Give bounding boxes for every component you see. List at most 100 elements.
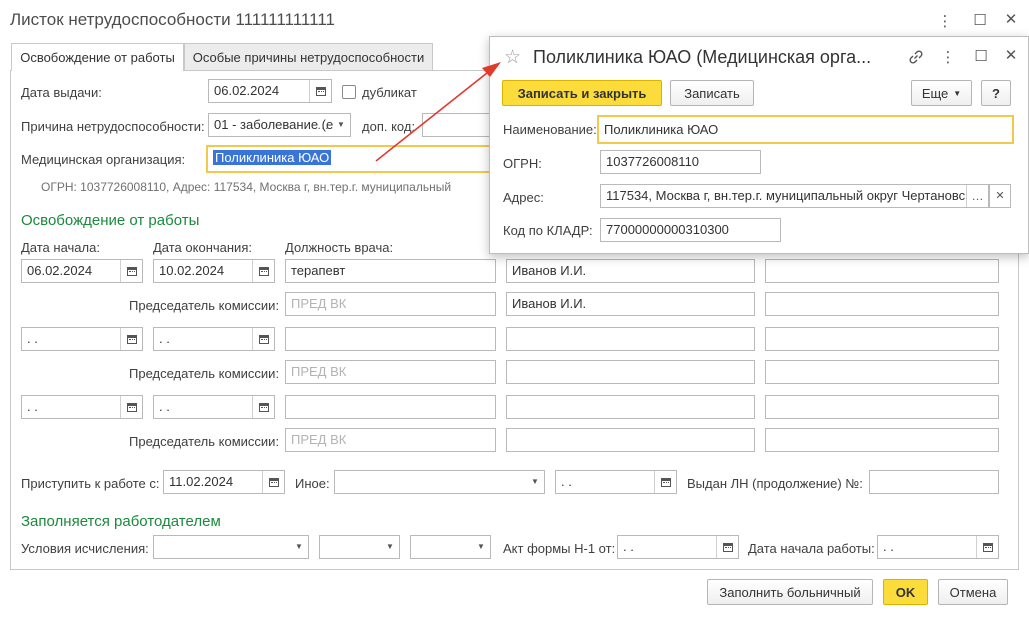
act-date-field[interactable]: . .: [617, 535, 739, 559]
doctor-extra-field[interactable]: [765, 327, 999, 351]
end-date-value: . .: [159, 399, 170, 414]
doctor-name-field[interactable]: [506, 327, 755, 351]
issued-cont-field[interactable]: [869, 470, 999, 494]
dropdown-icon[interactable]: ▼: [290, 536, 308, 558]
chair-position-field[interactable]: ПРЕД ВК: [285, 292, 496, 316]
save-close-button[interactable]: Записать и закрыть: [502, 80, 662, 106]
link-icon[interactable]: [907, 48, 925, 66]
calendar-icon[interactable]: [976, 536, 998, 558]
calc-condition-2-select[interactable]: ▼: [319, 535, 400, 559]
address-label: Адрес:: [503, 190, 544, 205]
chair-name-field[interactable]: [506, 360, 755, 384]
act-label: Акт формы Н-1 от:: [503, 541, 616, 556]
reason-select[interactable]: 01 - заболевание (е … ▼: [208, 113, 351, 137]
star-icon[interactable]: ☆: [504, 46, 521, 69]
calc-condition-1-select[interactable]: ▼: [153, 535, 309, 559]
doctor-extra-field[interactable]: [765, 395, 999, 419]
section-release-title: Освобождение от работы: [21, 212, 200, 229]
duplicate-label: дубликат: [362, 85, 417, 100]
start-date-field[interactable]: 06.02.2024: [21, 259, 143, 283]
end-date-field[interactable]: 10.02.2024: [153, 259, 275, 283]
name-label: Наименование:: [503, 122, 597, 137]
end-date-value: . .: [159, 331, 170, 346]
doctor-name-field[interactable]: [506, 395, 755, 419]
save-button[interactable]: Записать: [670, 80, 754, 106]
ogrn-field[interactable]: 1037726008110: [600, 150, 761, 174]
calendar-icon[interactable]: [654, 471, 676, 493]
return-date-value: 11.02.2024: [169, 474, 234, 489]
return-date-field[interactable]: 11.02.2024: [163, 470, 285, 494]
name-field[interactable]: Поликлиника ЮАО: [597, 115, 1014, 144]
end-date-field[interactable]: . .: [153, 327, 275, 351]
dropdown-icon[interactable]: ▼: [472, 536, 490, 558]
fill-sick-leave-button[interactable]: Заполнить больничный: [707, 579, 873, 605]
tab-release[interactable]: Освобождение от работы: [11, 43, 184, 71]
calendar-icon[interactable]: [252, 396, 274, 418]
clear-icon[interactable]: ✕: [989, 184, 1011, 208]
issue-date-field[interactable]: 06.02.2024: [208, 79, 332, 103]
duplicate-checkbox[interactable]: [342, 85, 356, 99]
other-date-field[interactable]: . .: [555, 470, 677, 494]
med-org-field[interactable]: Поликлиника ЮАО: [206, 145, 492, 173]
tab-special-reasons[interactable]: Особые причины нетрудоспособности: [184, 43, 433, 70]
help-button[interactable]: ?: [981, 80, 1011, 106]
other-select[interactable]: ▼: [334, 470, 545, 494]
calendar-icon[interactable]: [120, 396, 142, 418]
address-field[interactable]: 117534, Москва г, вн.тер.г. муниципальны…: [600, 184, 989, 208]
chair-position-field[interactable]: ПРЕД ВК: [285, 428, 496, 452]
popup-close-icon[interactable]: ✕: [1003, 46, 1019, 64]
more-button[interactable]: Еще ▼: [911, 80, 972, 106]
kladr-label: Код по КЛАДР:: [503, 223, 593, 238]
chair-extra-field[interactable]: [765, 360, 999, 384]
calendar-icon[interactable]: [120, 328, 142, 350]
doctor-position-field[interactable]: [285, 395, 496, 419]
doctor-position-field[interactable]: терапевт: [285, 259, 496, 283]
calc-condition-3-select[interactable]: ▼: [410, 535, 491, 559]
other-label: Иное:: [295, 476, 330, 491]
dropdown-icon[interactable]: ▼: [381, 536, 399, 558]
popup-maximize-icon[interactable]: ☐: [973, 47, 989, 65]
end-date-label: Дата окончания:: [153, 240, 252, 255]
med-org-label: Медицинская организация:: [21, 152, 186, 167]
start-date-field[interactable]: . .: [21, 395, 143, 419]
work-start-date-field[interactable]: . .: [877, 535, 999, 559]
chair-extra-field[interactable]: [765, 428, 999, 452]
calendar-icon[interactable]: [716, 536, 738, 558]
choose-dots-icon[interactable]: …: [966, 185, 988, 207]
doctor-position-field[interactable]: [285, 327, 496, 351]
return-label: Приступить к работе с:: [21, 476, 160, 491]
doctor-name-field[interactable]: Иванов И.И.: [506, 259, 755, 283]
issue-date-label: Дата выдачи:: [21, 85, 102, 100]
start-date-field[interactable]: . .: [21, 327, 143, 351]
ok-button[interactable]: OK: [883, 579, 928, 605]
maximize-icon[interactable]: ☐: [972, 11, 988, 29]
chair-name-field[interactable]: Иванов И.И.: [506, 292, 755, 316]
start-date-value: . .: [27, 399, 38, 414]
cancel-button[interactable]: Отмена: [938, 579, 1008, 605]
calendar-icon[interactable]: [120, 260, 142, 282]
calendar-icon[interactable]: [252, 328, 274, 350]
chair-label: Председатель комиссии:: [129, 298, 280, 313]
address-value: 117534, Москва г, вн.тер.г. муниципальны…: [606, 188, 966, 203]
work-start-label: Дата начала работы:: [748, 541, 875, 556]
chair-position-field[interactable]: ПРЕД ВК: [285, 360, 496, 384]
choose-dots-icon[interactable]: …: [314, 114, 332, 136]
extra-code-field[interactable]: [422, 113, 492, 137]
dropdown-icon[interactable]: ▼: [332, 114, 350, 136]
reason-label: Причина нетрудоспособности:: [21, 119, 205, 134]
popup-more-icon[interactable]: ⋮: [940, 48, 956, 66]
chair-name-field[interactable]: [506, 428, 755, 452]
dropdown-icon[interactable]: ▼: [526, 471, 544, 493]
more-menu-icon[interactable]: ⋮: [937, 12, 953, 30]
end-date-value: 10.02.2024: [159, 263, 225, 278]
kladr-field[interactable]: 77000000000310300: [600, 218, 781, 242]
extra-code-label: доп. код:: [362, 119, 416, 134]
calc-conditions-label: Условия исчисления:: [21, 541, 149, 556]
end-date-field[interactable]: . .: [153, 395, 275, 419]
calendar-icon[interactable]: [262, 471, 284, 493]
close-icon[interactable]: ✕: [1003, 10, 1019, 28]
doctor-extra-field[interactable]: [765, 259, 999, 283]
calendar-icon[interactable]: [309, 80, 331, 102]
chair-extra-field[interactable]: [765, 292, 999, 316]
calendar-icon[interactable]: [252, 260, 274, 282]
